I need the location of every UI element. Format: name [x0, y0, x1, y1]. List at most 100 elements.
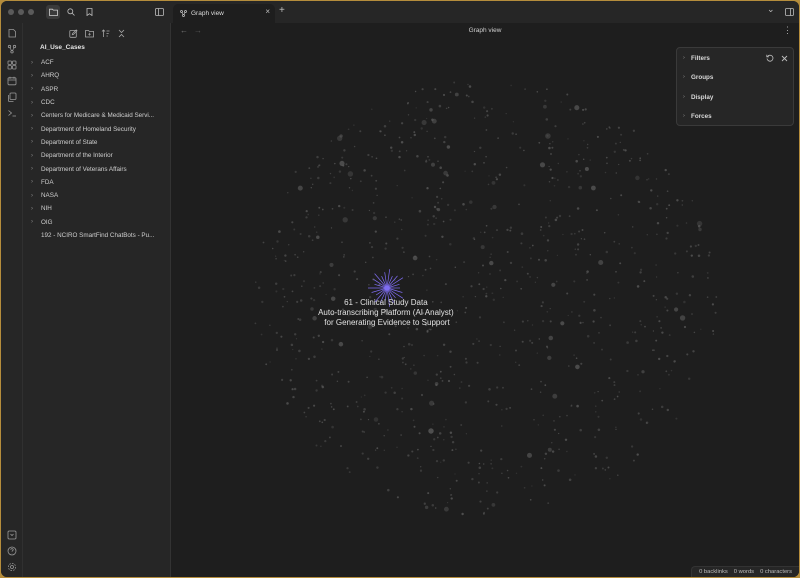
backlinks-count[interactable]: 0 backlinks — [699, 569, 728, 575]
graph-node[interactable] — [548, 335, 554, 341]
graph-node[interactable] — [546, 239, 550, 242]
graph-node[interactable] — [499, 354, 501, 356]
graph-node[interactable] — [501, 409, 503, 411]
graph-node[interactable] — [439, 370, 442, 373]
graph-node[interactable] — [440, 197, 443, 200]
restore-defaults-button[interactable] — [765, 53, 775, 63]
graph-node[interactable] — [329, 172, 332, 175]
graph-node[interactable] — [706, 276, 709, 279]
graph-node[interactable] — [615, 172, 618, 174]
graph-node[interactable] — [321, 385, 325, 389]
graph-node[interactable] — [504, 278, 507, 282]
graph-node[interactable] — [401, 357, 404, 360]
graph-node[interactable] — [582, 108, 585, 111]
graph-node[interactable] — [553, 428, 556, 431]
graph-node[interactable] — [608, 126, 611, 128]
graph-node[interactable] — [604, 469, 607, 471]
graph-node[interactable] — [566, 93, 569, 96]
graph-node[interactable] — [433, 222, 436, 226]
graph-node[interactable] — [311, 239, 314, 242]
graph-node[interactable] — [449, 488, 451, 490]
graph-node[interactable] — [670, 369, 673, 372]
graph-node[interactable] — [531, 324, 534, 326]
graph-node[interactable] — [660, 327, 662, 329]
graph-node[interactable] — [476, 361, 479, 364]
graph-node[interactable] — [427, 219, 429, 221]
graph-node[interactable] — [488, 175, 490, 177]
graph-node[interactable] — [715, 296, 718, 298]
graph-node[interactable] — [407, 275, 410, 278]
graph-node[interactable] — [618, 391, 620, 393]
graph-node[interactable] — [464, 170, 466, 172]
graph-node[interactable] — [396, 408, 399, 411]
help-ribbon-button[interactable] — [6, 545, 18, 557]
graph-node[interactable] — [338, 170, 342, 173]
graph-node[interactable] — [447, 379, 451, 383]
graph-node[interactable] — [501, 472, 503, 474]
graph-node[interactable] — [293, 387, 297, 391]
tree-folder-fda[interactable]: › FDA — [31, 176, 169, 189]
graph-node[interactable] — [305, 216, 308, 219]
graph-node[interactable] — [383, 124, 387, 128]
graph-node[interactable] — [438, 432, 442, 435]
graph-node[interactable] — [472, 342, 475, 345]
graph-node[interactable] — [372, 256, 374, 259]
graph-node[interactable] — [490, 463, 492, 465]
graph-node[interactable] — [415, 327, 419, 331]
graph-node[interactable] — [688, 294, 692, 297]
graph-node[interactable] — [575, 159, 578, 163]
graph-node[interactable] — [446, 203, 450, 207]
graph-node[interactable] — [615, 426, 617, 428]
graph-node[interactable] — [330, 296, 336, 301]
graph-node[interactable] — [378, 358, 380, 360]
graph-node[interactable] — [601, 399, 604, 402]
graph-node[interactable] — [393, 391, 396, 394]
graph-node[interactable] — [652, 294, 655, 297]
graph-node[interactable] — [467, 95, 470, 98]
graph-node[interactable] — [313, 355, 316, 359]
graph-node[interactable] — [619, 262, 622, 265]
graph-node[interactable] — [384, 247, 387, 250]
graph-node[interactable] — [520, 242, 523, 245]
graph-node[interactable] — [307, 357, 311, 361]
new-folder-button[interactable] — [83, 27, 95, 39]
graph-node[interactable] — [459, 387, 461, 389]
graph-node[interactable] — [582, 123, 584, 125]
graph-node[interactable] — [649, 207, 652, 210]
graph-node[interactable] — [576, 404, 579, 408]
graph-node[interactable] — [483, 106, 486, 109]
graph-node[interactable] — [460, 381, 463, 383]
graph-node[interactable] — [351, 189, 354, 192]
graph-node[interactable] — [519, 146, 522, 149]
new-note-button[interactable] — [67, 27, 79, 39]
graph-node[interactable] — [601, 467, 604, 470]
graph-node[interactable] — [542, 479, 544, 481]
graph-node[interactable] — [400, 434, 402, 436]
graph-node[interactable] — [401, 246, 404, 249]
graph-node[interactable] — [445, 107, 448, 110]
graph-node[interactable] — [435, 384, 438, 387]
graph-node[interactable] — [329, 182, 332, 185]
graph-node[interactable] — [639, 268, 643, 271]
graph-node[interactable] — [320, 445, 322, 447]
graph-node[interactable] — [361, 340, 363, 342]
graph-node[interactable] — [316, 235, 320, 240]
graph-node[interactable] — [464, 311, 467, 314]
graph-node[interactable] — [443, 426, 445, 428]
graph-node[interactable] — [328, 436, 331, 439]
graph-node[interactable] — [489, 273, 491, 275]
graph-node[interactable] — [417, 448, 419, 451]
graph-node[interactable] — [609, 358, 612, 361]
graph-node[interactable] — [438, 104, 442, 108]
graph-node[interactable] — [675, 292, 679, 295]
graph-node[interactable] — [536, 352, 538, 354]
graph-node[interactable] — [451, 440, 455, 444]
graph-node[interactable] — [389, 146, 393, 149]
graph-node[interactable] — [555, 280, 558, 283]
graph-node[interactable] — [310, 177, 312, 180]
graph-node[interactable] — [558, 214, 562, 218]
graph-node[interactable] — [340, 445, 342, 447]
graph-node[interactable] — [465, 208, 468, 211]
graph-node[interactable] — [407, 114, 410, 116]
graph-node[interactable] — [597, 428, 601, 432]
